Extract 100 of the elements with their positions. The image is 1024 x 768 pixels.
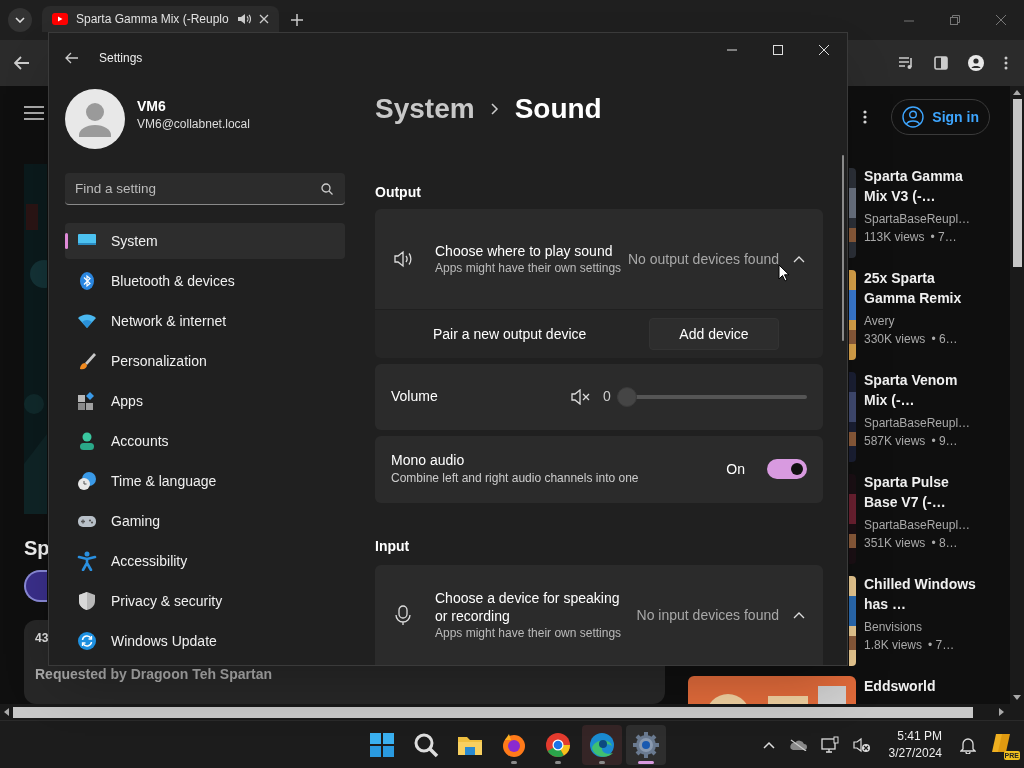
- video-title: Sparta Pulse Base V7 (-…: [864, 473, 950, 512]
- menu-button[interactable]: [1004, 56, 1008, 70]
- profile-button[interactable]: [968, 55, 984, 71]
- upload-age: • 7…: [930, 229, 957, 246]
- mute-button[interactable]: [571, 388, 591, 405]
- date-text: 3/27/2024: [888, 744, 942, 762]
- setting-description: Apps might have their own settings: [435, 260, 623, 276]
- chrome-icon: [545, 731, 571, 758]
- setting-description: Apps might have their own settings: [435, 625, 623, 641]
- browser-tab[interactable]: Sparta Gamma Mix (-Reuplo: [42, 6, 279, 32]
- device-card[interactable]: Choose a device for speaking or recording Apps might have their own settings No input devices found: [375, 565, 823, 665]
- close-icon: [819, 45, 829, 55]
- video-title: 25x Sparta Gamma Remix: [864, 269, 963, 308]
- setting-title: Volume: [391, 387, 438, 407]
- nav-item[interactable]: Accounts: [65, 423, 345, 459]
- section-heading: Input: [375, 537, 411, 555]
- side-panel-button[interactable]: [934, 56, 948, 70]
- close-icon[interactable]: [258, 14, 269, 24]
- scrollbar-thumb[interactable]: [13, 706, 973, 718]
- user-email: VM6@collabnet.local: [137, 116, 250, 132]
- slider-thumb[interactable]: [617, 386, 637, 407]
- nav-item[interactable]: Time & language: [65, 463, 345, 499]
- section-heading: Output: [375, 183, 422, 201]
- breadcrumb-link[interactable]: System: [375, 88, 475, 130]
- scroll-down-icon[interactable]: [1013, 695, 1021, 700]
- add-device-button[interactable]: Add device: [649, 318, 779, 350]
- media-controls-button[interactable]: [898, 56, 914, 70]
- window-title: Settings: [99, 50, 143, 67]
- volume-slider[interactable]: [617, 386, 807, 407]
- new-tab-button[interactable]: [290, 14, 303, 26]
- device-card[interactable]: Choose where to play sound Apps might have their own settings No output devices found: [375, 209, 823, 309]
- volume-button[interactable]: [852, 736, 871, 753]
- video-title: Chilled Windows has …: [864, 575, 977, 614]
- view-count: 330K views: [864, 331, 926, 348]
- channel-name: Benvisions: [864, 619, 924, 636]
- channel-avatar: [24, 570, 47, 602]
- nav-item[interactable]: System: [65, 223, 345, 259]
- mouse-cursor-icon: [778, 264, 790, 282]
- tab-search-button[interactable]: [8, 8, 32, 32]
- scrollbar-thumb[interactable]: [842, 155, 844, 341]
- chevron-up-icon: [762, 740, 775, 749]
- accessibility-icon: [77, 551, 97, 571]
- video-title: Sp: [24, 536, 50, 560]
- search-field[interactable]: Find a setting: [65, 173, 345, 205]
- upload-age: • 6…: [931, 331, 958, 348]
- nav-item[interactable]: Accessibility: [65, 543, 345, 579]
- edge-icon: [589, 731, 615, 758]
- side-panel-icon: [934, 56, 948, 70]
- network-button[interactable]: [820, 735, 839, 754]
- notifications-button[interactable]: [960, 735, 976, 754]
- upload-age: • 8…: [931, 535, 958, 552]
- channel-name: SpartaBaseReupl…: [864, 211, 972, 228]
- scroll-up-icon[interactable]: [1013, 90, 1021, 95]
- user-name: VM6: [137, 97, 167, 116]
- toggle-switch[interactable]: [767, 459, 807, 480]
- channel-name: Avery: [864, 313, 896, 330]
- setting-title: Choose where to play sound: [435, 242, 614, 260]
- close-icon: [996, 15, 1006, 25]
- nav-item[interactable]: Apps: [65, 383, 345, 419]
- back-arrow-icon: [14, 56, 30, 70]
- person-icon: [968, 55, 984, 71]
- speaker-muted-icon: [571, 388, 591, 405]
- more-button[interactable]: [863, 110, 868, 124]
- scroll-left-icon[interactable]: [4, 708, 9, 716]
- nav-item[interactable]: Network & internet: [65, 303, 345, 339]
- back-button[interactable]: [14, 56, 30, 70]
- time-icon: [77, 471, 97, 491]
- back-button[interactable]: [65, 52, 79, 64]
- scrollbar-thumb[interactable]: [1012, 99, 1022, 267]
- nav-item[interactable]: Bluetooth & devices: [65, 263, 345, 299]
- more-vertical-icon: [863, 110, 868, 124]
- view-count: 587K views: [864, 433, 926, 450]
- update-icon: [77, 631, 97, 651]
- show-hidden-icons-button[interactable]: [762, 740, 775, 749]
- channel-name: SpartaBaseReupl…: [864, 517, 972, 534]
- nav-item[interactable]: Privacy & security: [65, 583, 345, 619]
- view-count: 113K views: [864, 229, 925, 246]
- speaker-icon: [393, 249, 413, 269]
- tab-title: Sparta Gamma Mix (-Reuplo: [76, 11, 229, 28]
- video-title: Eddsworld: [864, 677, 937, 696]
- edge-taskbar-button[interactable]: [582, 724, 622, 765]
- maximize-icon: [773, 45, 783, 55]
- privacy-icon: [77, 591, 97, 611]
- chevron-up-icon: [793, 255, 805, 263]
- nav-item[interactable]: Windows Update: [65, 623, 345, 659]
- nav-item[interactable]: Personalization: [65, 343, 345, 379]
- volume-value: 0: [603, 387, 612, 407]
- bell-icon: [960, 735, 976, 754]
- clock-button[interactable]: 5:41 PM 3/27/2024: [884, 727, 946, 762]
- nav-item[interactable]: Gaming: [65, 503, 345, 539]
- settings-taskbar-button[interactable]: [626, 724, 666, 765]
- bluetooth-icon: [77, 271, 97, 291]
- cloud-button[interactable]: [788, 738, 807, 751]
- account-icon: [902, 106, 925, 128]
- plus-icon: [290, 14, 303, 26]
- accounts-icon: [77, 431, 97, 451]
- time-text: 5:41 PM: [897, 727, 942, 745]
- upload-age: • 9…: [931, 433, 958, 450]
- description-text: Requested by Dragoon Teh Spartan: [35, 664, 272, 684]
- scroll-right-icon[interactable]: [999, 708, 1004, 716]
